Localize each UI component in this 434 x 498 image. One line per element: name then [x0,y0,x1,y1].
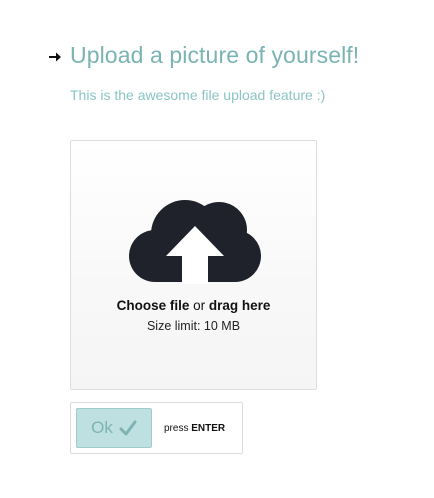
submit-panel: Ok press ENTER [70,402,243,454]
page-title: Upload a picture of yourself! [70,42,360,68]
checkmark-icon [119,420,137,436]
size-limit-text: Size limit: 10 MB [146,319,241,333]
drag-here-text: drag here [208,298,271,313]
file-dropzone[interactable]: Choose file or drag here Size limit: 10 … [70,140,317,390]
page-subtitle: This is the awesome file upload feature … [70,87,326,103]
choose-file-text: Choose file or drag here [71,298,316,313]
press-enter-hint: press ENTER [164,423,225,434]
cloud-upload-icon [129,200,261,284]
enter-key-label: ENTER [191,423,226,434]
upload-header: Upload a picture of yourself! [48,42,359,69]
choose-file-link[interactable]: Choose file [117,298,190,313]
ok-button-label: Ok [91,418,113,437]
ok-button[interactable]: Ok [76,408,152,448]
right-arrow-icon [49,52,61,61]
or-text: or [193,298,206,313]
press-text: press [164,423,189,434]
